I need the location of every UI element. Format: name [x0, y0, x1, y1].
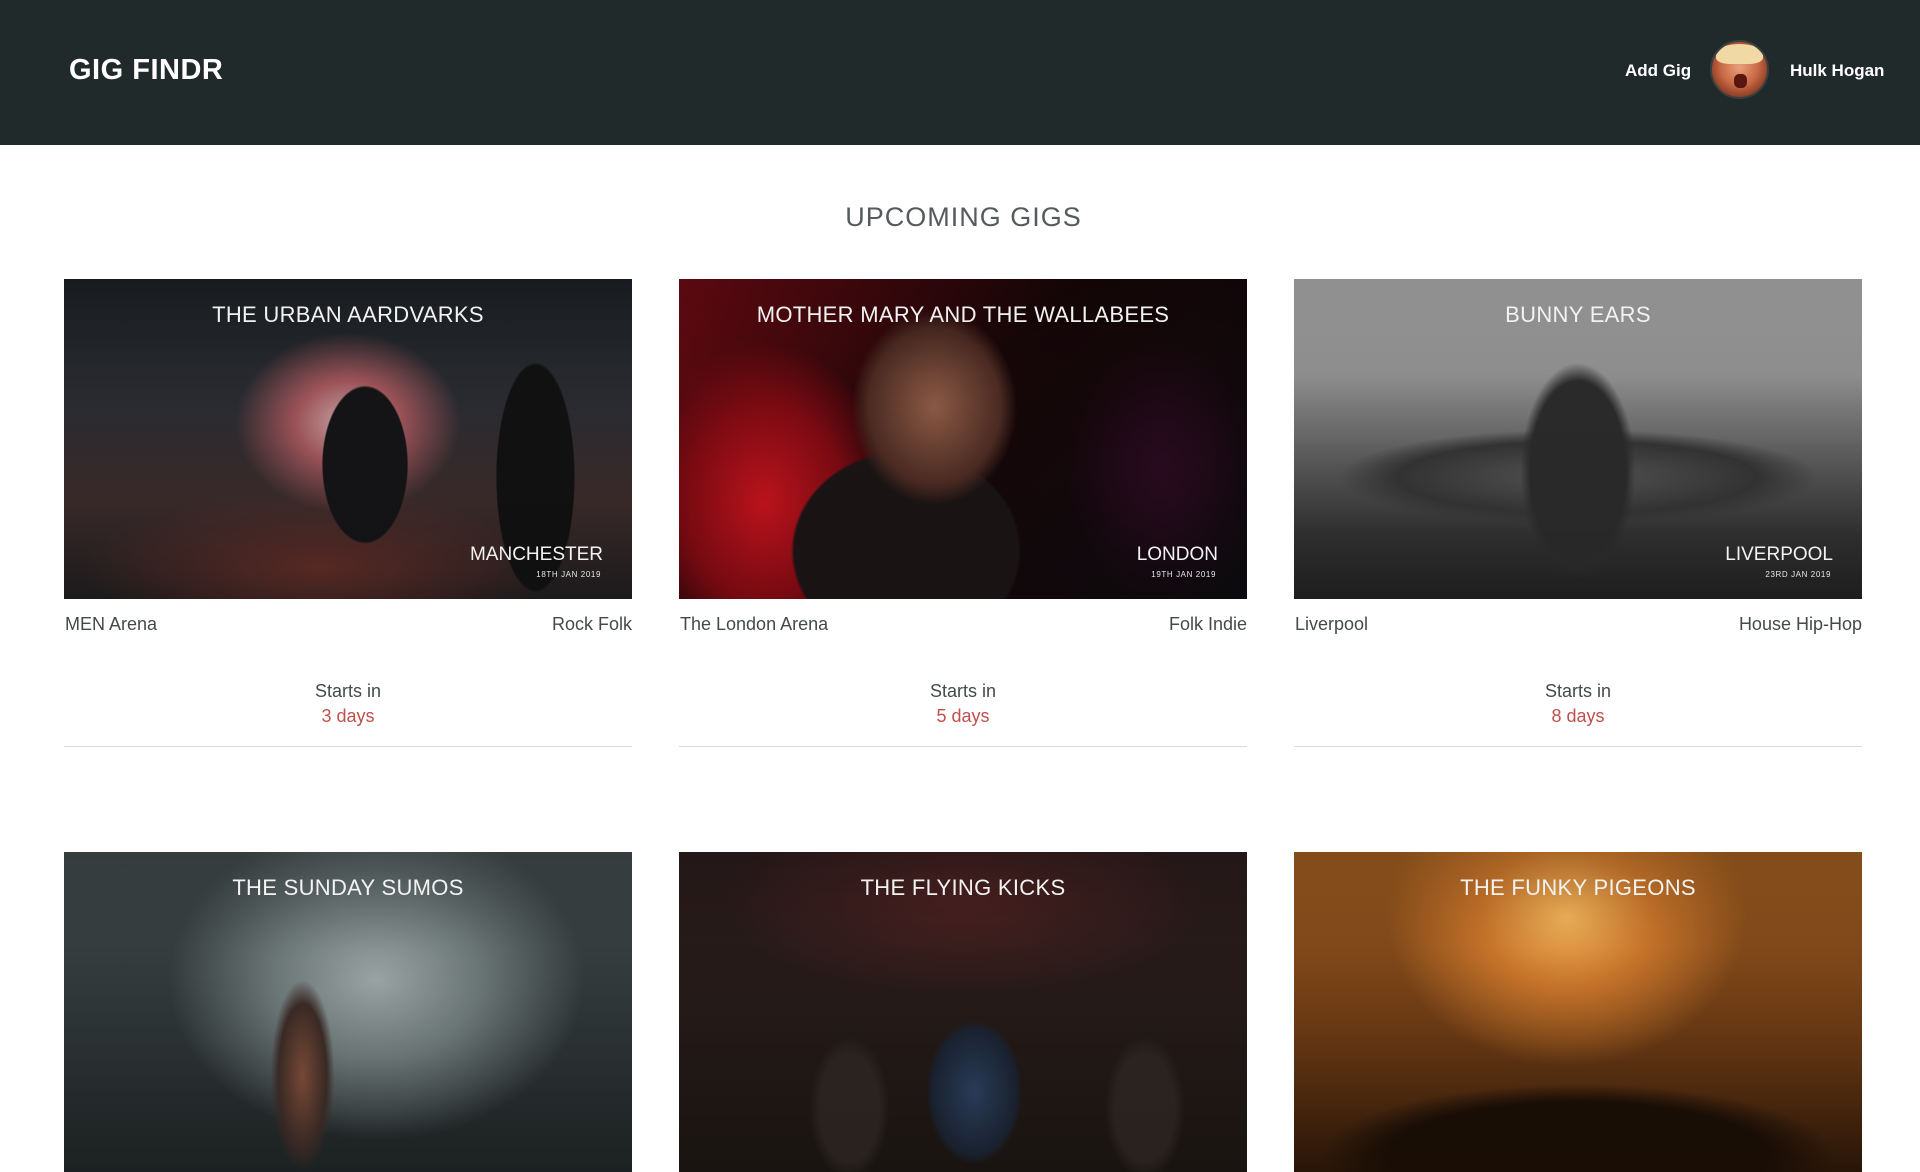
gig-starts-label: Starts in: [1544, 681, 1612, 701]
gig-card[interactable]: THE URBAN AARDVARKS MANCHESTER 18TH JAN …: [64, 279, 632, 747]
gig-band-name: THE FUNKY PIGEONS: [1460, 875, 1696, 900]
gig-meta: The London Arena Folk Indie: [679, 599, 1247, 649]
gig-venue: MEN Arena: [65, 614, 158, 634]
gig-venue: Liverpool: [1295, 614, 1369, 634]
user-avatar[interactable]: [1710, 40, 1769, 99]
gig-image[interactable]: MOTHER MARY AND THE WALLABEES LONDON 19T…: [679, 279, 1247, 599]
gig-image[interactable]: THE FUNKY PIGEONS: [1294, 852, 1862, 1172]
user-name-link[interactable]: Hulk Hogan: [1790, 61, 1884, 81]
card-divider: [64, 746, 632, 747]
gig-countdown: 8 days: [1551, 706, 1605, 726]
gig-card[interactable]: THE FLYING KICKS: [679, 852, 1247, 1172]
gig-city: LONDON: [1136, 544, 1218, 565]
gig-date: 19TH JAN 2019: [1151, 570, 1216, 579]
gig-image[interactable]: THE URBAN AARDVARKS MANCHESTER 18TH JAN …: [64, 279, 632, 599]
card-divider: [1294, 746, 1862, 747]
avatar-mouth-shape: [1734, 74, 1747, 88]
gig-image[interactable]: THE FLYING KICKS: [679, 852, 1247, 1172]
card-divider: [679, 746, 1247, 747]
avatar-hair-shape: [1716, 44, 1763, 64]
gig-band-name: MOTHER MARY AND THE WALLABEES: [756, 302, 1170, 327]
gig-genres: Folk Indie: [1168, 614, 1247, 634]
gig-band-name: THE FLYING KICKS: [860, 875, 1066, 900]
brand-logo[interactable]: GIG FINDR: [69, 54, 223, 87]
gig-city: LIVERPOOL: [1725, 544, 1833, 565]
page-title: UPCOMING GIGS: [845, 202, 1082, 232]
gig-meta: MEN Arena Rock Folk: [64, 599, 632, 649]
gig-countdown: 3 days: [321, 706, 375, 726]
gig-genres: House Hip-Hop: [1738, 614, 1862, 634]
gig-venue: The London Arena: [680, 614, 829, 634]
gig-card[interactable]: THE SUNDAY SUMOS: [64, 852, 632, 1172]
gig-genres: Rock Folk: [551, 614, 632, 634]
gig-image[interactable]: THE SUNDAY SUMOS: [64, 852, 632, 1172]
top-navbar: GIG FINDR Add Gig Hulk Hogan: [0, 0, 1920, 145]
gig-starts-label: Starts in: [314, 681, 382, 701]
gig-card[interactable]: THE FUNKY PIGEONS: [1294, 852, 1862, 1172]
gig-card[interactable]: BUNNY EARS LIVERPOOL 23RD JAN 2019 Liver…: [1294, 279, 1862, 747]
gig-band-name: BUNNY EARS: [1505, 302, 1651, 327]
gig-date: 18TH JAN 2019: [536, 570, 601, 579]
gig-card[interactable]: MOTHER MARY AND THE WALLABEES LONDON 19T…: [679, 279, 1247, 747]
gig-city: MANCHESTER: [469, 544, 603, 565]
gig-starts-label: Starts in: [929, 681, 997, 701]
gig-countdown: 5 days: [936, 706, 990, 726]
gig-date: 23RD JAN 2019: [1765, 570, 1831, 579]
gig-image[interactable]: BUNNY EARS LIVERPOOL 23RD JAN 2019: [1294, 279, 1862, 599]
gig-band-name: THE SUNDAY SUMOS: [232, 875, 464, 900]
gig-meta: Liverpool House Hip-Hop: [1294, 599, 1862, 649]
add-gig-link[interactable]: Add Gig: [1625, 61, 1691, 81]
gig-band-name: THE URBAN AARDVARKS: [212, 302, 484, 327]
